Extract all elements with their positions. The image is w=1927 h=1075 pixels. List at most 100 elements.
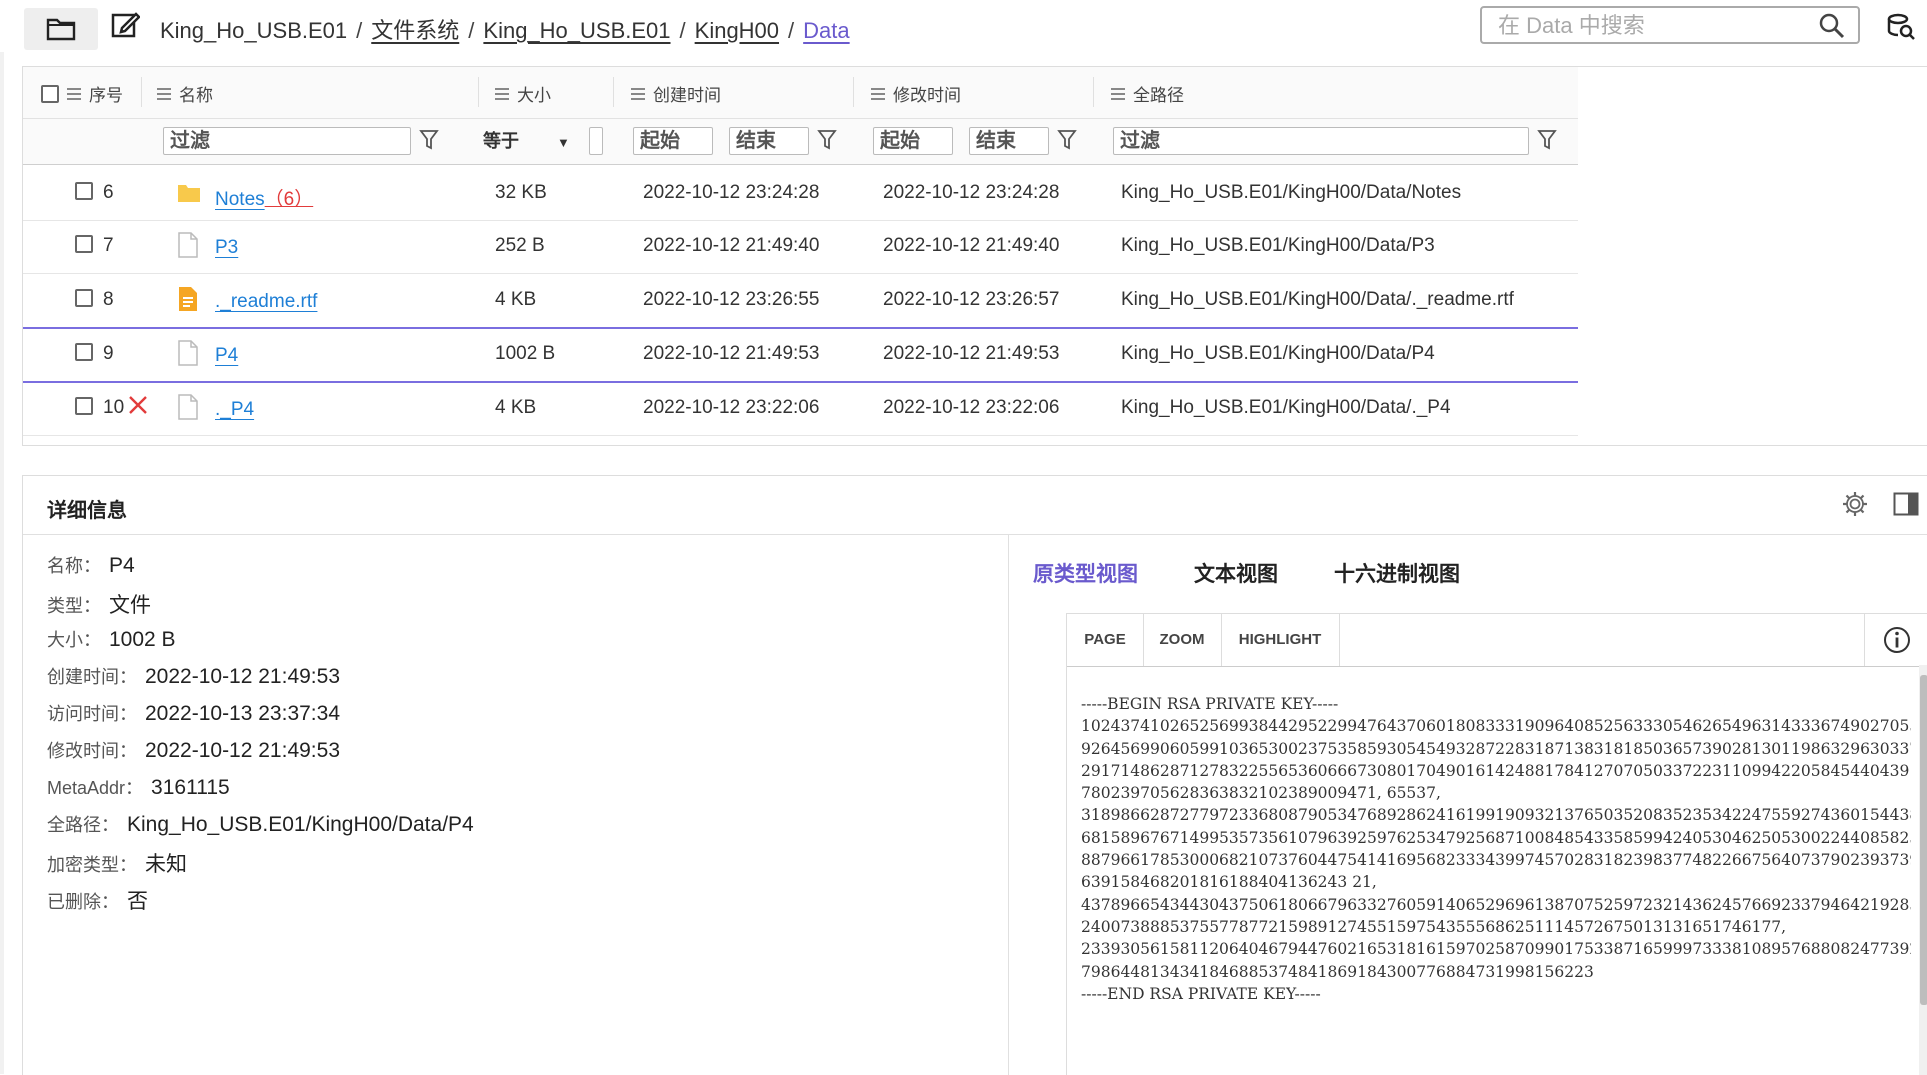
row-checkbox[interactable]: [75, 235, 93, 253]
content-line: 9264569906059910365300237535859305454932…: [1081, 739, 1911, 758]
column-menu-icon[interactable]: [631, 87, 645, 100]
modified-cell: 2022-10-12 23:26:57: [883, 289, 1060, 310]
size-cell: 4 KB: [495, 289, 537, 310]
row-checkbox[interactable]: [75, 182, 93, 200]
search-icon[interactable]: [1818, 12, 1846, 45]
column-menu-icon[interactable]: [871, 87, 885, 100]
view-tab[interactable]: 原类型视图: [1033, 558, 1138, 588]
created-cell: 2022-10-12 23:26:55: [643, 289, 820, 310]
path-filter-input[interactable]: 过滤: [1113, 127, 1529, 155]
breadcrumb-item[interactable]: King_Ho_USB.E01: [483, 18, 670, 43]
content-line: 6815896767149953573561079639259762534792…: [1081, 828, 1911, 847]
breadcrumb-separator: /: [468, 18, 475, 43]
breadcrumb-item[interactable]: King_Ho_USB.E01: [160, 18, 347, 43]
page-button[interactable]: PAGE: [1067, 614, 1144, 666]
column-menu-icon[interactable]: [1111, 87, 1125, 100]
property-label: 大小：: [47, 630, 101, 650]
view-tab[interactable]: 十六进制视图: [1334, 558, 1460, 588]
view-tab[interactable]: 文本视图: [1194, 558, 1278, 588]
info-icon[interactable]: [1864, 614, 1927, 666]
viewer-scrollbar[interactable]: [1919, 665, 1927, 1075]
viewer-toolbar: PAGE ZOOM HIGHLIGHT: [1067, 613, 1927, 667]
header-index[interactable]: 序号: [41, 81, 123, 106]
property-value: 2022-10-13 23:37:34: [145, 702, 340, 725]
row-checkbox[interactable]: [75, 289, 93, 307]
deleted-mark-icon: [127, 394, 149, 422]
row-checkbox[interactable]: [75, 397, 93, 415]
property-value: 未知: [145, 853, 187, 876]
property-value: 2022-10-12 21:49:53: [145, 739, 340, 762]
file-name-link[interactable]: ._readme.rtf: [215, 291, 317, 312]
modified-start-input[interactable]: 起始: [873, 127, 953, 155]
content-line: -----END RSA PRIVATE KEY-----: [1081, 984, 1321, 1003]
header-size[interactable]: 大小: [495, 81, 551, 106]
breadcrumb-item[interactable]: Data: [803, 18, 849, 43]
property-row: MetaAddr： 3161115: [47, 774, 474, 811]
file-name-link[interactable]: Notes: [215, 189, 265, 210]
window-edge: [0, 0, 4, 1074]
file-name-link[interactable]: ._P4: [215, 399, 254, 420]
name-filter-input[interactable]: 过滤: [163, 127, 411, 155]
created-end-input[interactable]: 结束: [729, 127, 809, 155]
filter-icon[interactable]: [817, 129, 837, 156]
column-menu-icon[interactable]: [67, 87, 81, 100]
breadcrumb: King_Ho_USB.E01 / 文件系统 / King_Ho_USB.E01 / Kin…: [160, 13, 850, 45]
breadcrumb-item[interactable]: 文件系统: [371, 18, 459, 43]
column-menu-icon[interactable]: [157, 87, 171, 100]
file-name-link[interactable]: P4: [215, 345, 238, 366]
header-modified[interactable]: 修改时间: [871, 81, 961, 106]
content-line: 3189866287277972336808790534768928624161…: [1081, 806, 1911, 825]
table-row[interactable]: 8 ._readme.rtf 4 KB 2022-10-12 23:26:55 2022…: [23, 274, 1578, 329]
property-row: 全路径： King_Ho_USB.E01/KingH00/Data/P4: [47, 811, 474, 848]
filter-icon[interactable]: [419, 129, 439, 156]
path-cell: King_Ho_USB.E01/KingH00/Data/._readme.rt…: [1121, 289, 1514, 310]
filter-icon[interactable]: [1537, 129, 1557, 156]
edit-icon[interactable]: [110, 10, 144, 44]
size-filter-input[interactable]: [589, 127, 603, 155]
breadcrumb-separator: /: [679, 18, 686, 43]
table-row[interactable]: 9 P4 1002 B 2022-10-12 21:49:53 2022-10-12 2…: [23, 328, 1578, 383]
header-created[interactable]: 创建时间: [631, 81, 721, 106]
gear-icon[interactable]: [1841, 490, 1869, 523]
row-index: 10: [103, 397, 125, 418]
filter-row: 过滤 等于 ▼ 起始 结束 起始 结束 过滤: [23, 119, 1578, 165]
table-row[interactable]: 6 Notes（6） 32 KB 2022-10-12 23:24:28 2022-10…: [23, 167, 1578, 221]
table-row[interactable]: 7 P3 252 B 2022-10-12 21:49:40 2022-10-12 21…: [23, 220, 1578, 274]
table-row[interactable]: 10 ._P4 4 KB 2022-10-12 23:22:06 2022-10-12 …: [23, 382, 1578, 436]
view-tabs: 原类型视图 文本视图 十六进制视图: [1033, 558, 1460, 588]
top-bar: King_Ho_USB.E01 / 文件系统 / King_Ho_USB.E01 / Kin…: [0, 0, 1927, 52]
select-all-checkbox[interactable]: [41, 84, 59, 103]
file-grid: 序号 名称 大小 创建时间 修改时间 全路径 过滤 等于 ▼ 起始 结束 起始 …: [22, 66, 1578, 446]
folder-tree-button[interactable]: [24, 8, 98, 50]
search-input[interactable]: [1496, 12, 1800, 40]
content-line: 2339305615811206404679447602165318161597…: [1081, 940, 1911, 959]
property-label: 已删除：: [47, 892, 119, 912]
path-cell: King_Ho_USB.E01/KingH00/Data/._P4: [1121, 397, 1451, 418]
created-start-input[interactable]: 起始: [633, 127, 713, 155]
size-operator-select[interactable]: 等于 ▼: [483, 127, 570, 155]
breadcrumb-separator: /: [356, 18, 363, 43]
property-value: 2022-10-12 21:49:53: [145, 665, 340, 688]
filter-icon[interactable]: [1057, 129, 1077, 156]
modified-end-input[interactable]: 结束: [969, 127, 1049, 155]
file-name-link[interactable]: P3: [215, 237, 238, 258]
content-line: 2917148628712783225565360666730801704901…: [1081, 761, 1911, 780]
panel-divider[interactable]: [1008, 535, 1009, 1075]
column-menu-icon[interactable]: [495, 87, 509, 100]
zoom-button[interactable]: ZOOM: [1143, 614, 1222, 666]
row-checkbox[interactable]: [75, 343, 93, 361]
property-row: 加密类型： 未知: [47, 848, 474, 885]
breadcrumb-item[interactable]: KingH00: [695, 18, 779, 43]
file-icon: [177, 340, 199, 372]
database-search-icon[interactable]: [1886, 12, 1916, 47]
header-name[interactable]: 名称: [157, 81, 213, 106]
highlight-button[interactable]: HIGHLIGHT: [1221, 614, 1340, 666]
file-name-cell: Notes（6）: [215, 184, 313, 211]
content-line: 8879661785300068210737604475414169568233…: [1081, 851, 1911, 870]
item-count: （6）: [264, 189, 314, 210]
header-path[interactable]: 全路径: [1111, 81, 1184, 106]
modified-cell: 2022-10-12 21:49:53: [883, 343, 1060, 364]
property-value: 否: [127, 890, 148, 913]
property-value: 文件: [109, 594, 151, 617]
panel-toggle-icon[interactable]: [1893, 492, 1919, 521]
